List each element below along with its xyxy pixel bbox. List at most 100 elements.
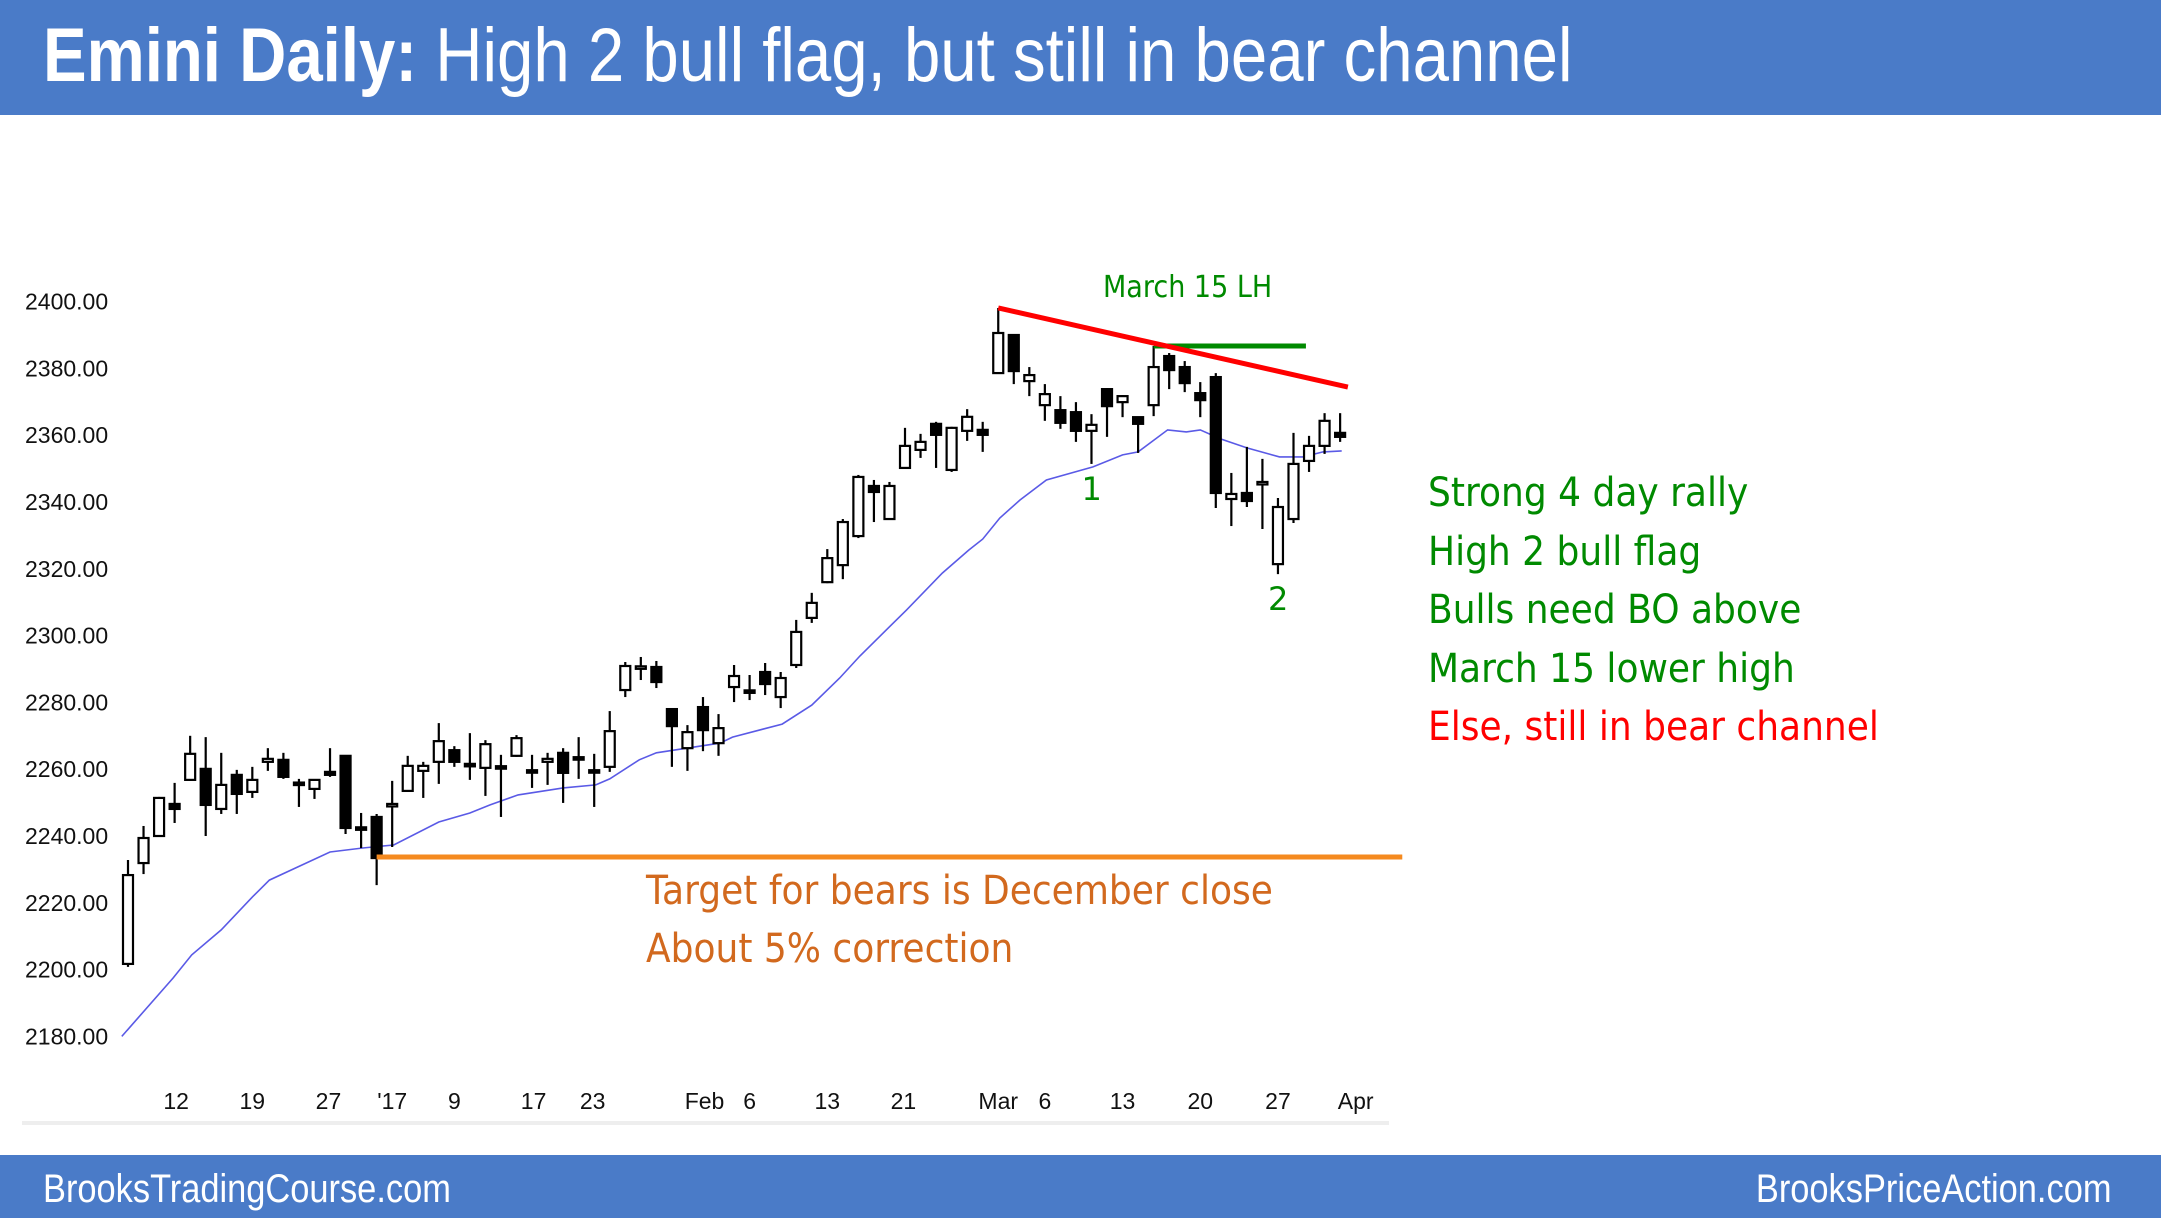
- candle-body-bear: [588, 769, 601, 774]
- candle-body-bear: [867, 484, 881, 494]
- candle: [525, 754, 539, 788]
- candle: [184, 735, 197, 781]
- candle-body-bear: [1131, 416, 1145, 425]
- y-tick-label: 2240.00: [25, 823, 108, 849]
- candle-body-bull: [432, 740, 445, 763]
- candle-body-bull: [541, 757, 554, 763]
- candle: [898, 427, 912, 470]
- swing-label-2: 2: [1267, 580, 1289, 618]
- candle: [199, 737, 212, 836]
- y-tick-label: 2400.00: [25, 289, 108, 315]
- candle: [572, 737, 585, 779]
- candle-body-bear: [448, 749, 461, 763]
- candle: [759, 662, 772, 696]
- candle-body-bear: [759, 670, 772, 686]
- candle: [836, 519, 849, 580]
- candle-body-bear: [230, 773, 243, 796]
- candle: [867, 479, 881, 523]
- candle: [712, 714, 725, 756]
- candle-body-bull: [308, 778, 321, 791]
- candle: [401, 755, 414, 793]
- candle: [541, 752, 554, 785]
- candle-body-bull: [914, 440, 927, 451]
- candle: [1131, 416, 1145, 453]
- candle-body-bull: [1147, 365, 1160, 407]
- candle-body-bear: [525, 769, 539, 774]
- x-tick-label: 13: [815, 1088, 841, 1114]
- candle: [215, 752, 228, 814]
- candle-body-bull: [1038, 393, 1051, 407]
- candle: [246, 766, 259, 798]
- candle-body-bull: [1271, 505, 1285, 566]
- candle-body-bull: [883, 484, 896, 521]
- candle-body-bear: [1209, 375, 1222, 495]
- candle: [121, 860, 135, 967]
- candle: [1069, 402, 1083, 442]
- x-tick-label: 21: [891, 1088, 917, 1114]
- candle-body-bull: [1256, 480, 1269, 486]
- candle-body-bear: [650, 665, 663, 684]
- candle-body-bull: [1225, 492, 1238, 501]
- candle-body-bull: [401, 764, 414, 793]
- x-tick-label: '17: [377, 1088, 407, 1114]
- candle: [308, 778, 321, 799]
- candle: [432, 723, 445, 784]
- candle-body-bull: [261, 757, 274, 763]
- candle: [945, 426, 958, 472]
- candle-body-bull: [152, 796, 166, 838]
- candle: [339, 754, 352, 834]
- candle: [852, 474, 865, 539]
- candle: [494, 754, 508, 817]
- candle-body-bull: [417, 764, 430, 772]
- x-tick-label: 17: [521, 1088, 547, 1114]
- candle-body-bull: [805, 601, 818, 619]
- candle: [1023, 367, 1036, 397]
- candle-body-bull: [836, 520, 849, 567]
- note-march-15-lower-high: March 15 lower high: [1428, 645, 1795, 692]
- candle: [634, 656, 647, 681]
- y-tick-label: 2280.00: [25, 689, 108, 715]
- candle: [152, 796, 166, 838]
- footer-link-price-action[interactable]: BrooksPriceAction.com: [1755, 1167, 2111, 1211]
- candle-body-bear: [1054, 409, 1067, 424]
- candle: [650, 660, 663, 689]
- note-bear-target: Target for bears is December close: [646, 868, 1273, 914]
- candle: [1287, 432, 1300, 524]
- candle: [821, 549, 834, 584]
- candle-body-bear: [355, 826, 368, 831]
- candle-body-bull: [184, 752, 197, 781]
- candle: [883, 481, 896, 521]
- candle-body-bull: [821, 557, 834, 584]
- note-high-2-bull-flag: High 2 bull flag: [1428, 528, 1702, 575]
- candle: [743, 675, 756, 701]
- candle-body-bear: [1163, 354, 1176, 372]
- candle-body-bear: [976, 428, 989, 436]
- march-15-lh-label: March 15 LH: [1103, 270, 1273, 305]
- candle: [1100, 388, 1114, 437]
- x-tick-label: 23: [580, 1088, 606, 1114]
- candle-body-bear: [665, 707, 679, 728]
- candle: [681, 725, 694, 771]
- note-bear-channel: Else, still in bear channel: [1428, 704, 1879, 750]
- analysis-notes: Strong 4 day rally High 2 bull flag Bull…: [1428, 464, 1929, 757]
- candle-body-bull: [137, 836, 150, 865]
- candle-body-bear: [494, 765, 508, 770]
- footer-link-trading-course[interactable]: BrooksTradingCourse.com: [43, 1167, 451, 1211]
- candle-body-bull: [1287, 462, 1300, 521]
- candle: [323, 748, 337, 777]
- y-tick-label: 2360.00: [25, 422, 108, 448]
- candle: [510, 735, 523, 757]
- candle: [463, 733, 476, 780]
- candle: [230, 769, 243, 814]
- y-tick-label: 2320.00: [25, 556, 108, 582]
- candle-body-bull: [1302, 444, 1316, 463]
- note-correction: About 5% correction: [646, 926, 1014, 972]
- candle-body-bull: [1023, 373, 1036, 383]
- note-bulls-need-breakout: Bulls need BO above: [1428, 587, 1802, 633]
- candle: [261, 748, 274, 771]
- candle-body-bear: [339, 754, 352, 830]
- candle-body-bull: [1085, 423, 1098, 432]
- candle: [774, 672, 787, 709]
- candle-body-bear: [168, 802, 181, 811]
- candle-body-bear: [1069, 411, 1083, 432]
